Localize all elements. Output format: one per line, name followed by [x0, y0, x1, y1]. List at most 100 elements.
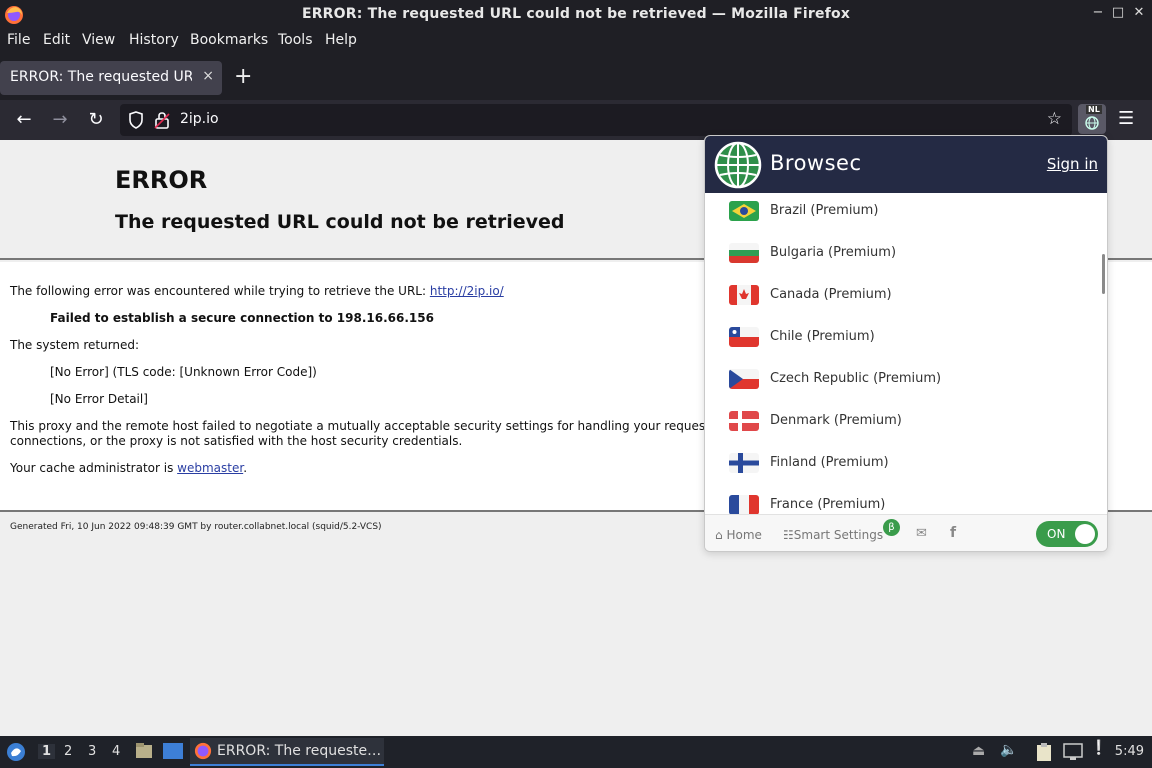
tab-active[interactable]: ERROR: The requested URL could not be re…	[0, 61, 222, 95]
country-item-finland[interactable]: Finland (Premium)	[705, 445, 1095, 487]
toggle-knob	[1075, 524, 1095, 544]
reload-icon[interactable]: ↻	[84, 108, 108, 132]
browsec-extension-button[interactable]: NL	[1078, 104, 1106, 134]
czech-flag-icon	[729, 369, 759, 389]
country-name: Finland (Premium)	[770, 455, 889, 470]
workspace-3[interactable]: 3	[88, 744, 96, 759]
error-detail: [No Error Detail]	[50, 392, 148, 406]
mail-icon[interactable]: ✉	[916, 526, 927, 541]
desktop-icon[interactable]	[163, 743, 183, 759]
vpn-toggle[interactable]: ON	[1036, 521, 1098, 547]
tab-title: ERROR: The requested URL could not be re…	[10, 69, 192, 85]
back-icon[interactable]: ←	[12, 108, 36, 132]
country-item-denmark[interactable]: Denmark (Premium)	[705, 403, 1095, 445]
system-returned-label: The system returned:	[10, 338, 140, 352]
window-titlebar: ERROR: The requested URL could not be re…	[0, 0, 1152, 30]
bulgaria-flag-icon	[729, 243, 759, 263]
admin-suffix: .	[243, 461, 248, 475]
facebook-icon[interactable]: f	[950, 525, 956, 541]
error-line-url: The following error was encountered whil…	[10, 284, 504, 298]
country-list: Brazil (Premium) Bulgaria (Premium) Cana…	[705, 193, 1107, 515]
menu-history[interactable]: History	[129, 32, 179, 48]
country-item-brazil[interactable]: Brazil (Premium)	[705, 193, 1095, 235]
browsec-globe-logo	[714, 141, 762, 189]
error-url-link[interactable]: http://2ip.io/	[430, 284, 504, 298]
home-label: Home	[726, 528, 762, 542]
country-item-canada[interactable]: Canada (Premium)	[705, 277, 1095, 319]
country-name: Canada (Premium)	[770, 287, 892, 302]
sign-in-link[interactable]: Sign in	[1047, 155, 1098, 173]
menu-bar: File Edit View History Bookmarks Tools H…	[0, 30, 1152, 54]
globe-icon	[1085, 116, 1099, 130]
firefox-icon	[194, 742, 212, 760]
location-badge: NL	[1086, 105, 1102, 114]
notification-icon[interactable]: ❕	[1090, 740, 1107, 756]
menu-help[interactable]: Help	[325, 32, 357, 48]
error-url-prefix: The following error was encountered whil…	[10, 284, 430, 298]
country-name: France (Premium)	[770, 497, 886, 512]
finland-flag-icon	[729, 453, 759, 473]
denmark-flag-icon	[729, 411, 759, 431]
forward-icon[interactable]: →	[48, 108, 72, 132]
clock: 5:49	[1114, 744, 1144, 759]
url-text[interactable]: 2ip.io	[180, 111, 219, 127]
country-name: Chile (Premium)	[770, 329, 875, 344]
browsec-popup: Browsec Sign in Brazil (Premium) Bulgari…	[704, 135, 1108, 552]
country-item-czech-republic[interactable]: Czech Republic (Premium)	[705, 361, 1095, 403]
sliders-icon: ☷	[783, 528, 794, 542]
volume-icon[interactable]: 🔈	[1000, 742, 1017, 758]
toggle-label: ON	[1047, 527, 1066, 541]
brazil-flag-icon	[729, 201, 759, 221]
minimize-button[interactable]: −	[1090, 5, 1106, 20]
menu-view[interactable]: View	[82, 32, 115, 48]
tab-strip: ERROR: The requested URL could not be re…	[0, 54, 1152, 100]
file-manager-icon[interactable]	[135, 742, 153, 760]
error-description-1: This proxy and the remote host failed to…	[10, 419, 706, 433]
error-reason: Failed to establish a secure connection …	[50, 311, 434, 325]
browsec-footer: ⌂ Home ☷Smart Settings β ✉ f ON	[705, 514, 1107, 551]
close-window-button[interactable]: ✕	[1131, 5, 1147, 20]
menu-file[interactable]: File	[7, 32, 30, 48]
network-icon[interactable]	[1063, 743, 1083, 761]
country-name: Bulgaria (Premium)	[770, 245, 897, 260]
new-tab-button[interactable]: +	[234, 64, 252, 89]
country-list-scrollbar[interactable]	[1102, 254, 1105, 294]
workspace-1[interactable]: 1	[38, 744, 56, 759]
menu-edit[interactable]: Edit	[43, 32, 70, 48]
home-button[interactable]: ⌂ Home	[715, 528, 762, 542]
smart-settings-label: Smart Settings	[793, 528, 884, 542]
url-bar[interactable]: 2ip.io ☆	[120, 104, 1072, 136]
tab-close-icon[interactable]: ×	[202, 68, 214, 84]
hamburger-menu-icon[interactable]: ☰	[1118, 108, 1134, 129]
workspace-2[interactable]: 2	[64, 744, 72, 759]
menu-bookmarks[interactable]: Bookmarks	[190, 32, 268, 48]
webmaster-link[interactable]: webmaster	[177, 461, 243, 475]
window-title: ERROR: The requested URL could not be re…	[301, 6, 851, 22]
france-flag-icon	[729, 495, 759, 515]
country-item-chile[interactable]: Chile (Premium)	[705, 319, 1095, 361]
country-item-france[interactable]: France (Premium)	[705, 487, 1095, 515]
country-name: Denmark (Premium)	[770, 413, 902, 428]
browsec-name: Browsec	[770, 151, 862, 175]
error-subtitle: The requested URL could not be retrieved	[115, 211, 565, 233]
clipboard-icon[interactable]	[1035, 742, 1053, 762]
nav-bar: ← → ↻ 2ip.io ☆ NL ☰	[0, 100, 1152, 140]
home-icon: ⌂	[715, 528, 723, 542]
lock-icon[interactable]	[154, 111, 170, 129]
bookmark-star-icon[interactable]: ☆	[1047, 109, 1062, 129]
taskbar-firefox-item[interactable]: ERROR: The requeste…	[190, 738, 384, 766]
chile-flag-icon	[729, 327, 759, 347]
workspace-4[interactable]: 4	[112, 744, 120, 759]
maximize-button[interactable]: □	[1110, 5, 1126, 20]
country-item-bulgaria[interactable]: Bulgaria (Premium)	[705, 235, 1095, 277]
start-menu-icon[interactable]	[6, 741, 26, 763]
beta-badge: β	[883, 519, 900, 536]
canada-flag-icon	[729, 285, 759, 305]
menu-tools[interactable]: Tools	[278, 32, 313, 48]
smart-settings-button[interactable]: ☷Smart Settings	[783, 528, 883, 542]
shield-icon[interactable]	[128, 111, 144, 129]
eject-icon[interactable]: ⏏	[972, 743, 985, 759]
taskbar: 1 2 3 4 ERROR: The requeste… ⏏ 🔈 ❕ 5:49	[0, 736, 1152, 768]
error-description-2: connections, or the proxy is not satisfi…	[10, 434, 463, 448]
country-name: Czech Republic (Premium)	[770, 371, 942, 386]
